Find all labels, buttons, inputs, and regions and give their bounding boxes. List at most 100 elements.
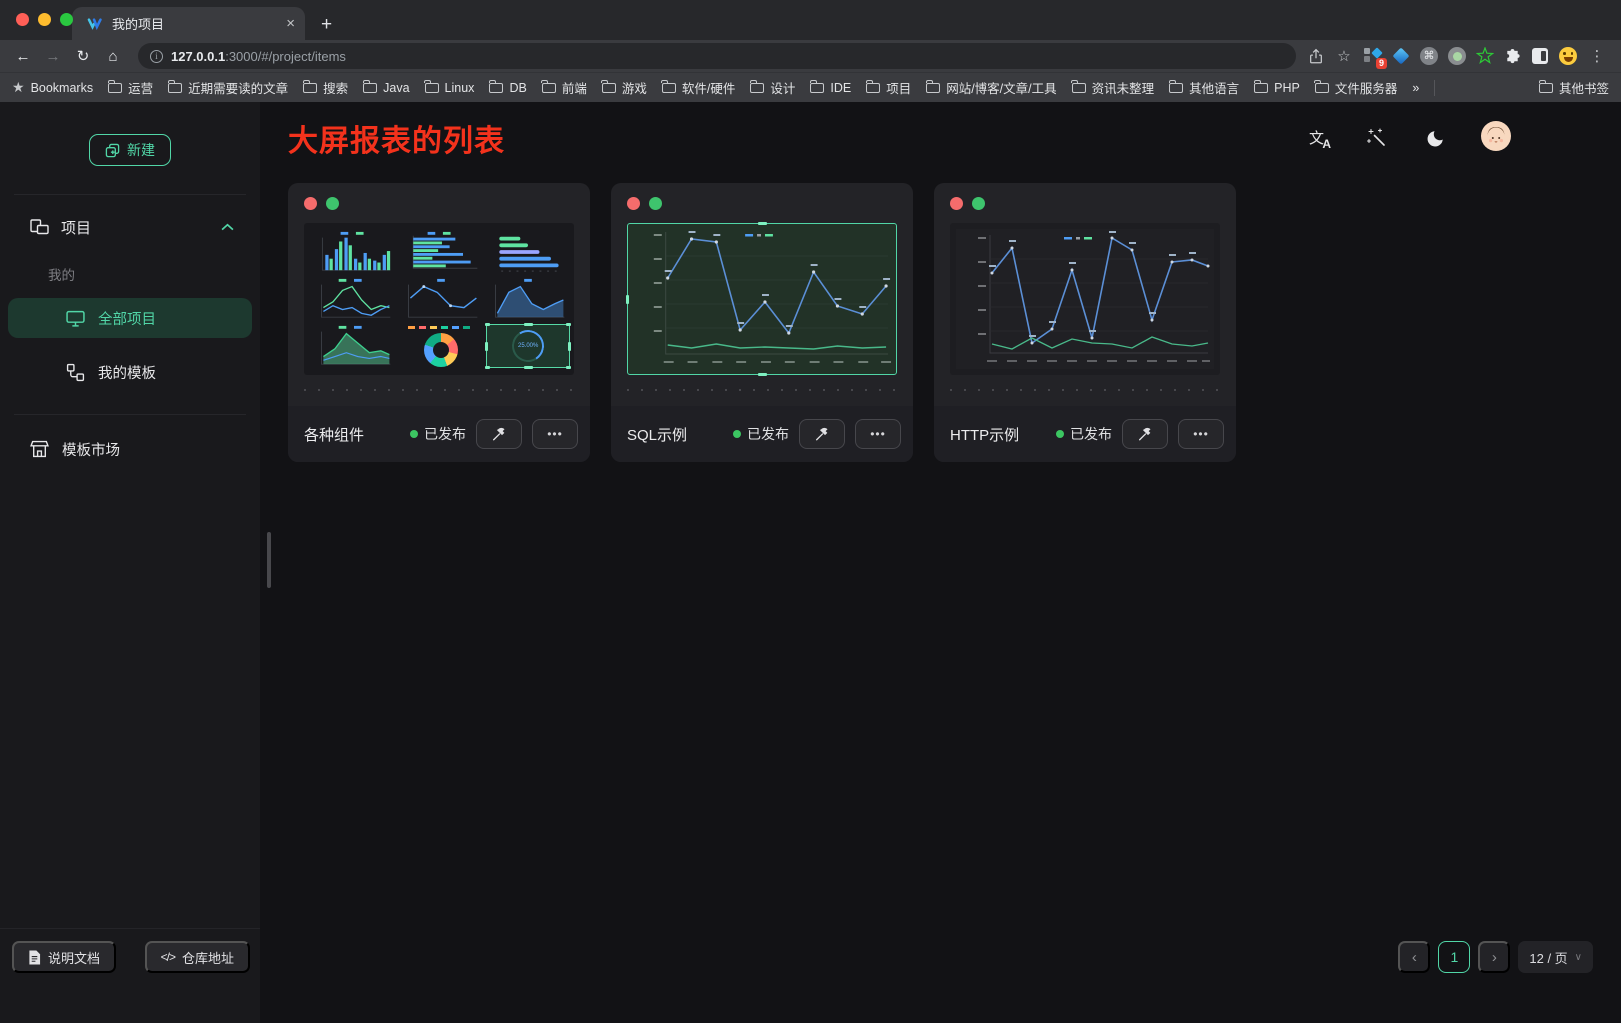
monitor-icon [66, 310, 85, 327]
project-name: HTTP示例 [950, 424, 1046, 445]
bookmark-folder[interactable]: 网站/博客/文章/工具 [926, 78, 1056, 97]
more-actions-button[interactable]: ••• [855, 419, 901, 449]
extensions-puzzle-icon[interactable] [1504, 48, 1521, 65]
new-project-button[interactable]: 新建 [89, 134, 171, 166]
page-size-select[interactable]: 12 / 页 ∨ [1518, 941, 1593, 973]
bookmark-folder[interactable]: 近期需要读的文章 [168, 78, 288, 97]
bookmark-folder[interactable]: 游戏 [602, 78, 647, 97]
bookmark-folder[interactable]: 运营 [108, 78, 153, 97]
bookmark-folder[interactable]: 其他语言 [1169, 78, 1239, 97]
extension-reader-icon[interactable] [1532, 48, 1548, 64]
folder-icon [1169, 83, 1183, 93]
status-badge: 已发布 [410, 424, 466, 444]
browser-tab[interactable]: 我的项目 × [72, 7, 305, 40]
docs-button[interactable]: 说明文档 [12, 941, 116, 973]
repo-button[interactable]: </> 仓库地址 [145, 941, 250, 973]
folder-icon [363, 83, 377, 93]
bookmarks-manager[interactable]: ★Bookmarks [12, 79, 93, 96]
folder-icon [425, 83, 439, 93]
minimize-window-button[interactable] [38, 13, 51, 26]
folder-icon [489, 83, 503, 93]
sidebar-subgroup-mine: 我的 [0, 238, 260, 284]
more-actions-button[interactable]: ••• [1178, 419, 1224, 449]
bookmark-folder[interactable]: DB [489, 81, 526, 95]
projects-icon [30, 219, 49, 236]
status-dot [733, 430, 741, 438]
header-actions: 文 A [1309, 121, 1593, 156]
bookmark-folder[interactable]: 文件服务器 [1315, 78, 1398, 97]
folder-icon [602, 83, 616, 93]
dark-mode-moon-icon[interactable] [1423, 126, 1447, 150]
bookmark-folder[interactable]: 项目 [866, 78, 911, 97]
project-card[interactable]: 25.00% 各种组件 已发布 ••• [288, 183, 590, 462]
folder-icon [1539, 83, 1553, 93]
sidebar-group-projects[interactable]: 项目 [0, 195, 260, 238]
home-icon[interactable]: ⌂ [100, 48, 126, 65]
mini-bar-chart [312, 230, 396, 274]
close-window-button[interactable] [16, 13, 29, 26]
chevron-up-icon[interactable] [221, 223, 234, 232]
bookmark-folder[interactable]: Linux [425, 81, 475, 95]
sidebar-divider [14, 414, 246, 415]
bookmark-star-icon[interactable]: ☆ [1334, 47, 1354, 65]
language-icon[interactable]: 文 A [1309, 127, 1331, 149]
next-page-button[interactable]: › [1478, 941, 1510, 973]
sidebar-item-all-projects[interactable]: 全部项目 [8, 298, 252, 338]
project-card[interactable]: SQL示例 已发布 ••• [611, 183, 913, 462]
mini-area-chart-green [312, 324, 396, 368]
back-icon[interactable]: ← [10, 48, 36, 65]
edit-project-button[interactable] [476, 419, 522, 449]
address-bar[interactable]: i 127.0.0.1:3000/#/project/items [138, 43, 1296, 69]
folder-icon [926, 83, 940, 93]
mini-line-chart [399, 277, 483, 321]
folder-icon [866, 83, 880, 93]
sidebar-item-my-templates[interactable]: 我的模板 [8, 352, 252, 392]
gauge-value: 25.00% [518, 343, 538, 349]
storefront-icon [30, 440, 49, 458]
extension-command-icon[interactable]: ⌘ [1420, 47, 1438, 65]
bookmark-folder[interactable]: 软件/硬件 [662, 78, 735, 97]
extension-gem-icon[interactable] [1392, 47, 1410, 65]
bookmark-folder[interactable]: 前端 [542, 78, 587, 97]
document-icon [28, 950, 41, 965]
tab-title: 我的项目 [112, 14, 277, 33]
other-bookmarks-folder[interactable]: 其他书签 [1539, 78, 1609, 97]
scrollbar-thumb[interactable] [267, 532, 271, 588]
project-card[interactable]: HTTP示例 已发布 ••• [934, 183, 1236, 462]
bookmark-folder[interactable]: 搜索 [303, 78, 348, 97]
bookmark-folder[interactable]: 设计 [750, 78, 795, 97]
extension-userscript-icon[interactable]: 9 [1364, 47, 1382, 65]
prev-page-button[interactable]: ‹ [1398, 941, 1430, 973]
site-info-icon[interactable]: i [150, 50, 163, 63]
magic-wand-icon[interactable] [1365, 126, 1389, 150]
user-avatar[interactable] [1481, 121, 1511, 156]
sidebar: 新建 项目 我的 全部项目 我的模 [0, 102, 260, 1023]
code-icon: </> [161, 950, 175, 964]
bookmark-folder[interactable]: IDE [810, 81, 851, 95]
page-title: 大屏报表的列表 [288, 116, 505, 160]
bookmark-folder[interactable]: PHP [1254, 81, 1300, 95]
reload-icon[interactable]: ↻ [70, 47, 96, 65]
project-thumbnail: 25.00% [304, 223, 574, 375]
profile-avatar-icon[interactable] [1559, 47, 1577, 65]
extension-star-icon[interactable] [1476, 47, 1494, 65]
tab-close-icon[interactable]: × [286, 15, 295, 32]
bookmarks-overflow-icon[interactable]: » [1412, 81, 1419, 95]
sidebar-item-template-market[interactable]: 模板市场 [8, 429, 252, 469]
hammer-icon [491, 426, 507, 442]
forward-icon[interactable]: → [40, 48, 66, 65]
goview-favicon [86, 15, 103, 32]
extension-record-icon[interactable] [1448, 47, 1466, 65]
share-icon[interactable] [1308, 48, 1324, 65]
browser-menu-icon[interactable]: ⋮ [1587, 47, 1607, 65]
new-tab-button[interactable]: + [321, 14, 332, 36]
bookmark-folder[interactable]: Java [363, 81, 409, 95]
bookmark-folder[interactable]: 资讯未整理 [1072, 78, 1155, 97]
edit-project-button[interactable] [799, 419, 845, 449]
ruler-dots [304, 389, 574, 391]
hammer-icon [814, 426, 830, 442]
zoom-window-button[interactable] [60, 13, 73, 26]
edit-project-button[interactable] [1122, 419, 1168, 449]
current-page-button[interactable]: 1 [1438, 941, 1470, 973]
more-actions-button[interactable]: ••• [532, 419, 578, 449]
